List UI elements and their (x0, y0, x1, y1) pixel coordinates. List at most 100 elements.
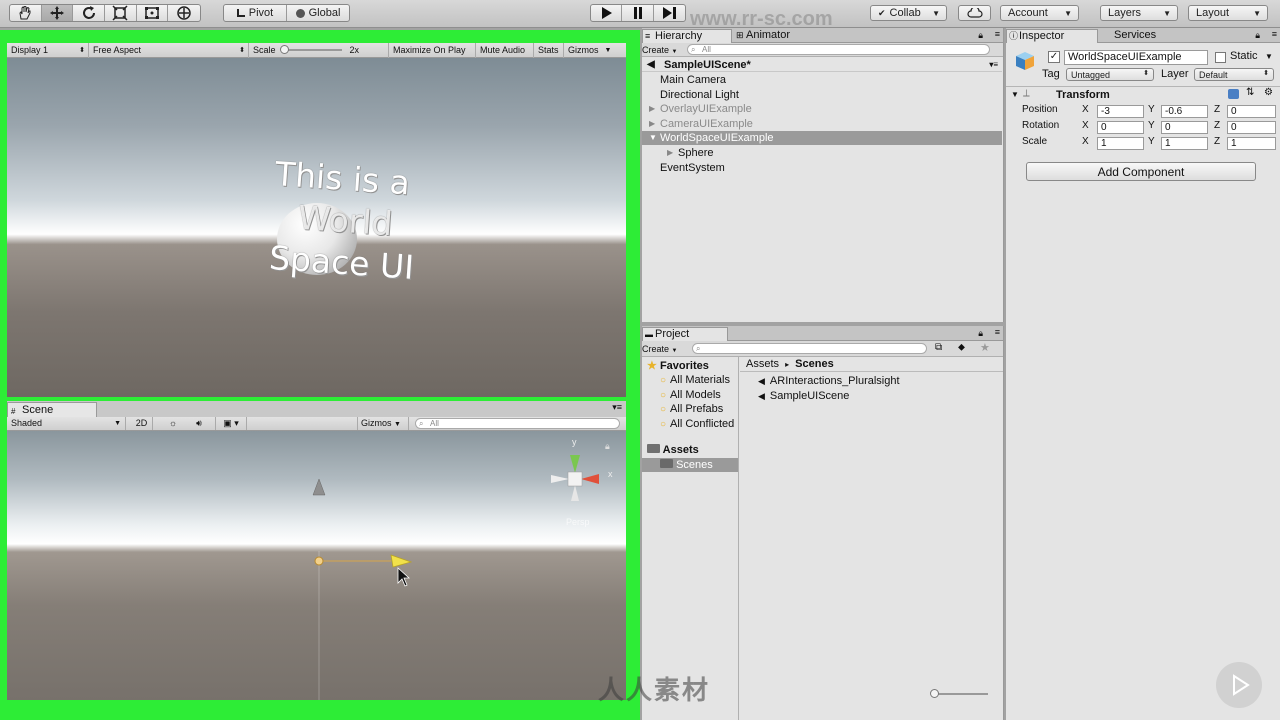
mute-audio-toggle[interactable]: Mute Audio (476, 42, 534, 58)
scene-file-item[interactable]: ◀︎ ARInteractions_Pluralsight (758, 374, 900, 388)
favorite-item[interactable]: ○ All Materials (660, 373, 730, 387)
icon-size-slider[interactable] (930, 689, 988, 698)
hierarchy-item[interactable]: Directional Light (642, 88, 1002, 102)
mode-2d-toggle[interactable]: 2D (131, 417, 153, 430)
scene-file-item[interactable]: ◀︎ SampleUIScene (758, 389, 849, 403)
scene-gizmos-dropdown[interactable]: Gizmos ▼ (357, 417, 409, 430)
maximize-on-play-toggle[interactable]: Maximize On Play (389, 42, 476, 58)
tab-animator[interactable]: ⊞ Animator (734, 29, 814, 43)
favorite-item[interactable]: ○ All Conflicted (660, 417, 734, 431)
shading-dropdown[interactable]: Shaded ▼ (7, 417, 126, 430)
game-gizmos-dropdown[interactable]: Gizmos ▼ (564, 43, 626, 58)
breadcrumb-current[interactable]: Scenes (795, 358, 834, 370)
layout-dropdown[interactable]: Layout ▼ (1188, 5, 1268, 21)
axis-label[interactable]: Y (1148, 120, 1155, 131)
global-toggle[interactable]: Global (287, 5, 349, 21)
hierarchy-item[interactable]: ▶ Sphere (642, 146, 1002, 160)
hierarchy-item[interactable]: ▼ WorldSpaceUIExample (642, 131, 1002, 146)
project-search-input[interactable]: ⌕ (692, 343, 927, 354)
scene-view[interactable]: y x Persp 🔒︎ (7, 431, 626, 700)
game-view[interactable]: This is a World Space UI (7, 58, 626, 397)
scale-tool-button[interactable] (105, 5, 137, 21)
cloud-button[interactable] (958, 5, 991, 21)
lighting-toggle[interactable]: ☼ (163, 417, 183, 430)
scale-slider[interactable] (279, 45, 342, 54)
transform-y-field[interactable]: -0.6 (1161, 105, 1208, 118)
audio-toggle[interactable]: 🔊︎ (189, 417, 209, 430)
tab-hierarchy[interactable]: ≡ Hierarchy (642, 29, 732, 43)
tab-scene[interactable]: # Scene (7, 402, 97, 417)
transform-z-field[interactable]: 1 (1227, 137, 1276, 150)
step-button[interactable] (654, 5, 685, 21)
layers-dropdown[interactable]: Layers ▼ (1100, 5, 1178, 21)
scenes-folder[interactable]: Scenes (642, 458, 738, 472)
lock-icon[interactable]: 🔒︎ (605, 441, 610, 452)
foldout-arrow-icon[interactable]: ▼ (649, 131, 657, 145)
display-dropdown[interactable]: Display 1 ⬍ (7, 42, 89, 58)
transform-row-label[interactable]: Scale (1022, 136, 1047, 147)
scene-root-row[interactable]: ◀︎ SampleUIScene* ▾≡ (642, 58, 1002, 72)
scale-slider-thumb[interactable] (279, 45, 289, 54)
favorite-star-icon[interactable]: ★ (980, 341, 990, 354)
hierarchy-item[interactable]: EventSystem (642, 161, 1002, 175)
axis-label[interactable]: Y (1148, 136, 1155, 147)
static-checkbox[interactable] (1215, 52, 1226, 63)
transform-x-field[interactable]: 1 (1097, 137, 1144, 150)
pivot-toggle[interactable]: Pivot (224, 5, 287, 21)
icon-size-slider-thumb[interactable] (930, 689, 939, 698)
transform-z-field[interactable]: 0 (1227, 105, 1276, 118)
tab-inspector[interactable]: ⓘ Inspector (1006, 29, 1098, 43)
play-button[interactable] (591, 5, 623, 21)
foldout-arrow-icon[interactable]: ▶ (649, 117, 655, 131)
lock-icon[interactable]: 🔒︎ (978, 328, 983, 339)
foldout-arrow-icon[interactable]: ▶ (667, 146, 673, 160)
tab-project[interactable]: ▬ Project (642, 327, 728, 341)
aspect-dropdown[interactable]: Free Aspect ⬍ (89, 42, 249, 58)
effects-dropdown[interactable]: ▣ ▾ (215, 417, 247, 430)
hierarchy-item[interactable]: ▶ OverlayUIExample (642, 102, 1002, 116)
panel-menu-icon[interactable]: ▾≡ (989, 58, 998, 72)
axis-label[interactable]: X (1082, 136, 1089, 147)
axis-label[interactable]: Z (1214, 104, 1220, 115)
persp-label[interactable]: Persp (566, 517, 590, 527)
axis-label[interactable]: X (1082, 104, 1089, 115)
move-tool-button[interactable] (41, 5, 74, 21)
transform-y-field[interactable]: 1 (1161, 137, 1208, 150)
foldout-arrow-icon[interactable]: ▶ (649, 102, 655, 116)
favorite-item[interactable]: ○ All Prefabs (660, 402, 723, 416)
rect-tool-button[interactable] (137, 5, 169, 21)
panel-menu-icon[interactable]: ≡ (995, 29, 1000, 39)
add-component-button[interactable]: Add Component (1026, 162, 1256, 181)
transform-x-field[interactable]: -3 (1097, 105, 1144, 118)
rotate-tool-button[interactable] (73, 5, 106, 21)
tab-services[interactable]: Services (1102, 29, 1172, 43)
active-checkbox[interactable]: ✓ (1048, 51, 1060, 63)
help-book-icon[interactable] (1228, 89, 1239, 99)
assets-folder[interactable]: Assets (647, 444, 699, 456)
transform-z-field[interactable]: 0 (1227, 121, 1276, 134)
hierarchy-item[interactable]: ▶ CameraUIExample (642, 117, 1002, 131)
preset-icon[interactable]: ⇅ (1246, 87, 1254, 98)
favorites-header[interactable]: ★ Favorites (647, 359, 709, 372)
lock-icon[interactable]: 🔒︎ (1255, 30, 1260, 41)
filter-by-label-icon[interactable]: ⬥ (958, 342, 965, 353)
axis-label[interactable]: X (1082, 120, 1089, 131)
pause-button[interactable] (622, 5, 654, 21)
gear-icon[interactable]: ⚙ (1264, 87, 1273, 98)
axis-label[interactable]: Z (1214, 136, 1220, 147)
transform-row-label[interactable]: Rotation (1022, 120, 1059, 131)
filter-by-type-icon[interactable]: ⧉ (935, 342, 942, 353)
account-dropdown[interactable]: Account ▼ (1000, 5, 1079, 21)
layer-dropdown[interactable]: Default ⬍ (1194, 68, 1274, 81)
project-create-dropdown[interactable]: Create ▼ (642, 342, 682, 356)
axis-label[interactable]: Y (1148, 104, 1155, 115)
collab-dropdown[interactable]: ✔ Collab ▼ (870, 5, 947, 21)
lock-icon[interactable]: 🔒︎ (978, 30, 983, 41)
hierarchy-item[interactable]: Main Camera (642, 73, 1002, 87)
panel-menu-icon[interactable]: ≡ (1272, 29, 1277, 39)
panel-menu-icon[interactable]: ▾≡ (612, 402, 622, 413)
favorite-item[interactable]: ○ All Models (660, 388, 721, 402)
transform-y-field[interactable]: 0 (1161, 121, 1208, 134)
hierarchy-search-input[interactable]: ⌕ All (687, 44, 990, 55)
scene-search-input[interactable]: ⌕ All (415, 418, 620, 429)
